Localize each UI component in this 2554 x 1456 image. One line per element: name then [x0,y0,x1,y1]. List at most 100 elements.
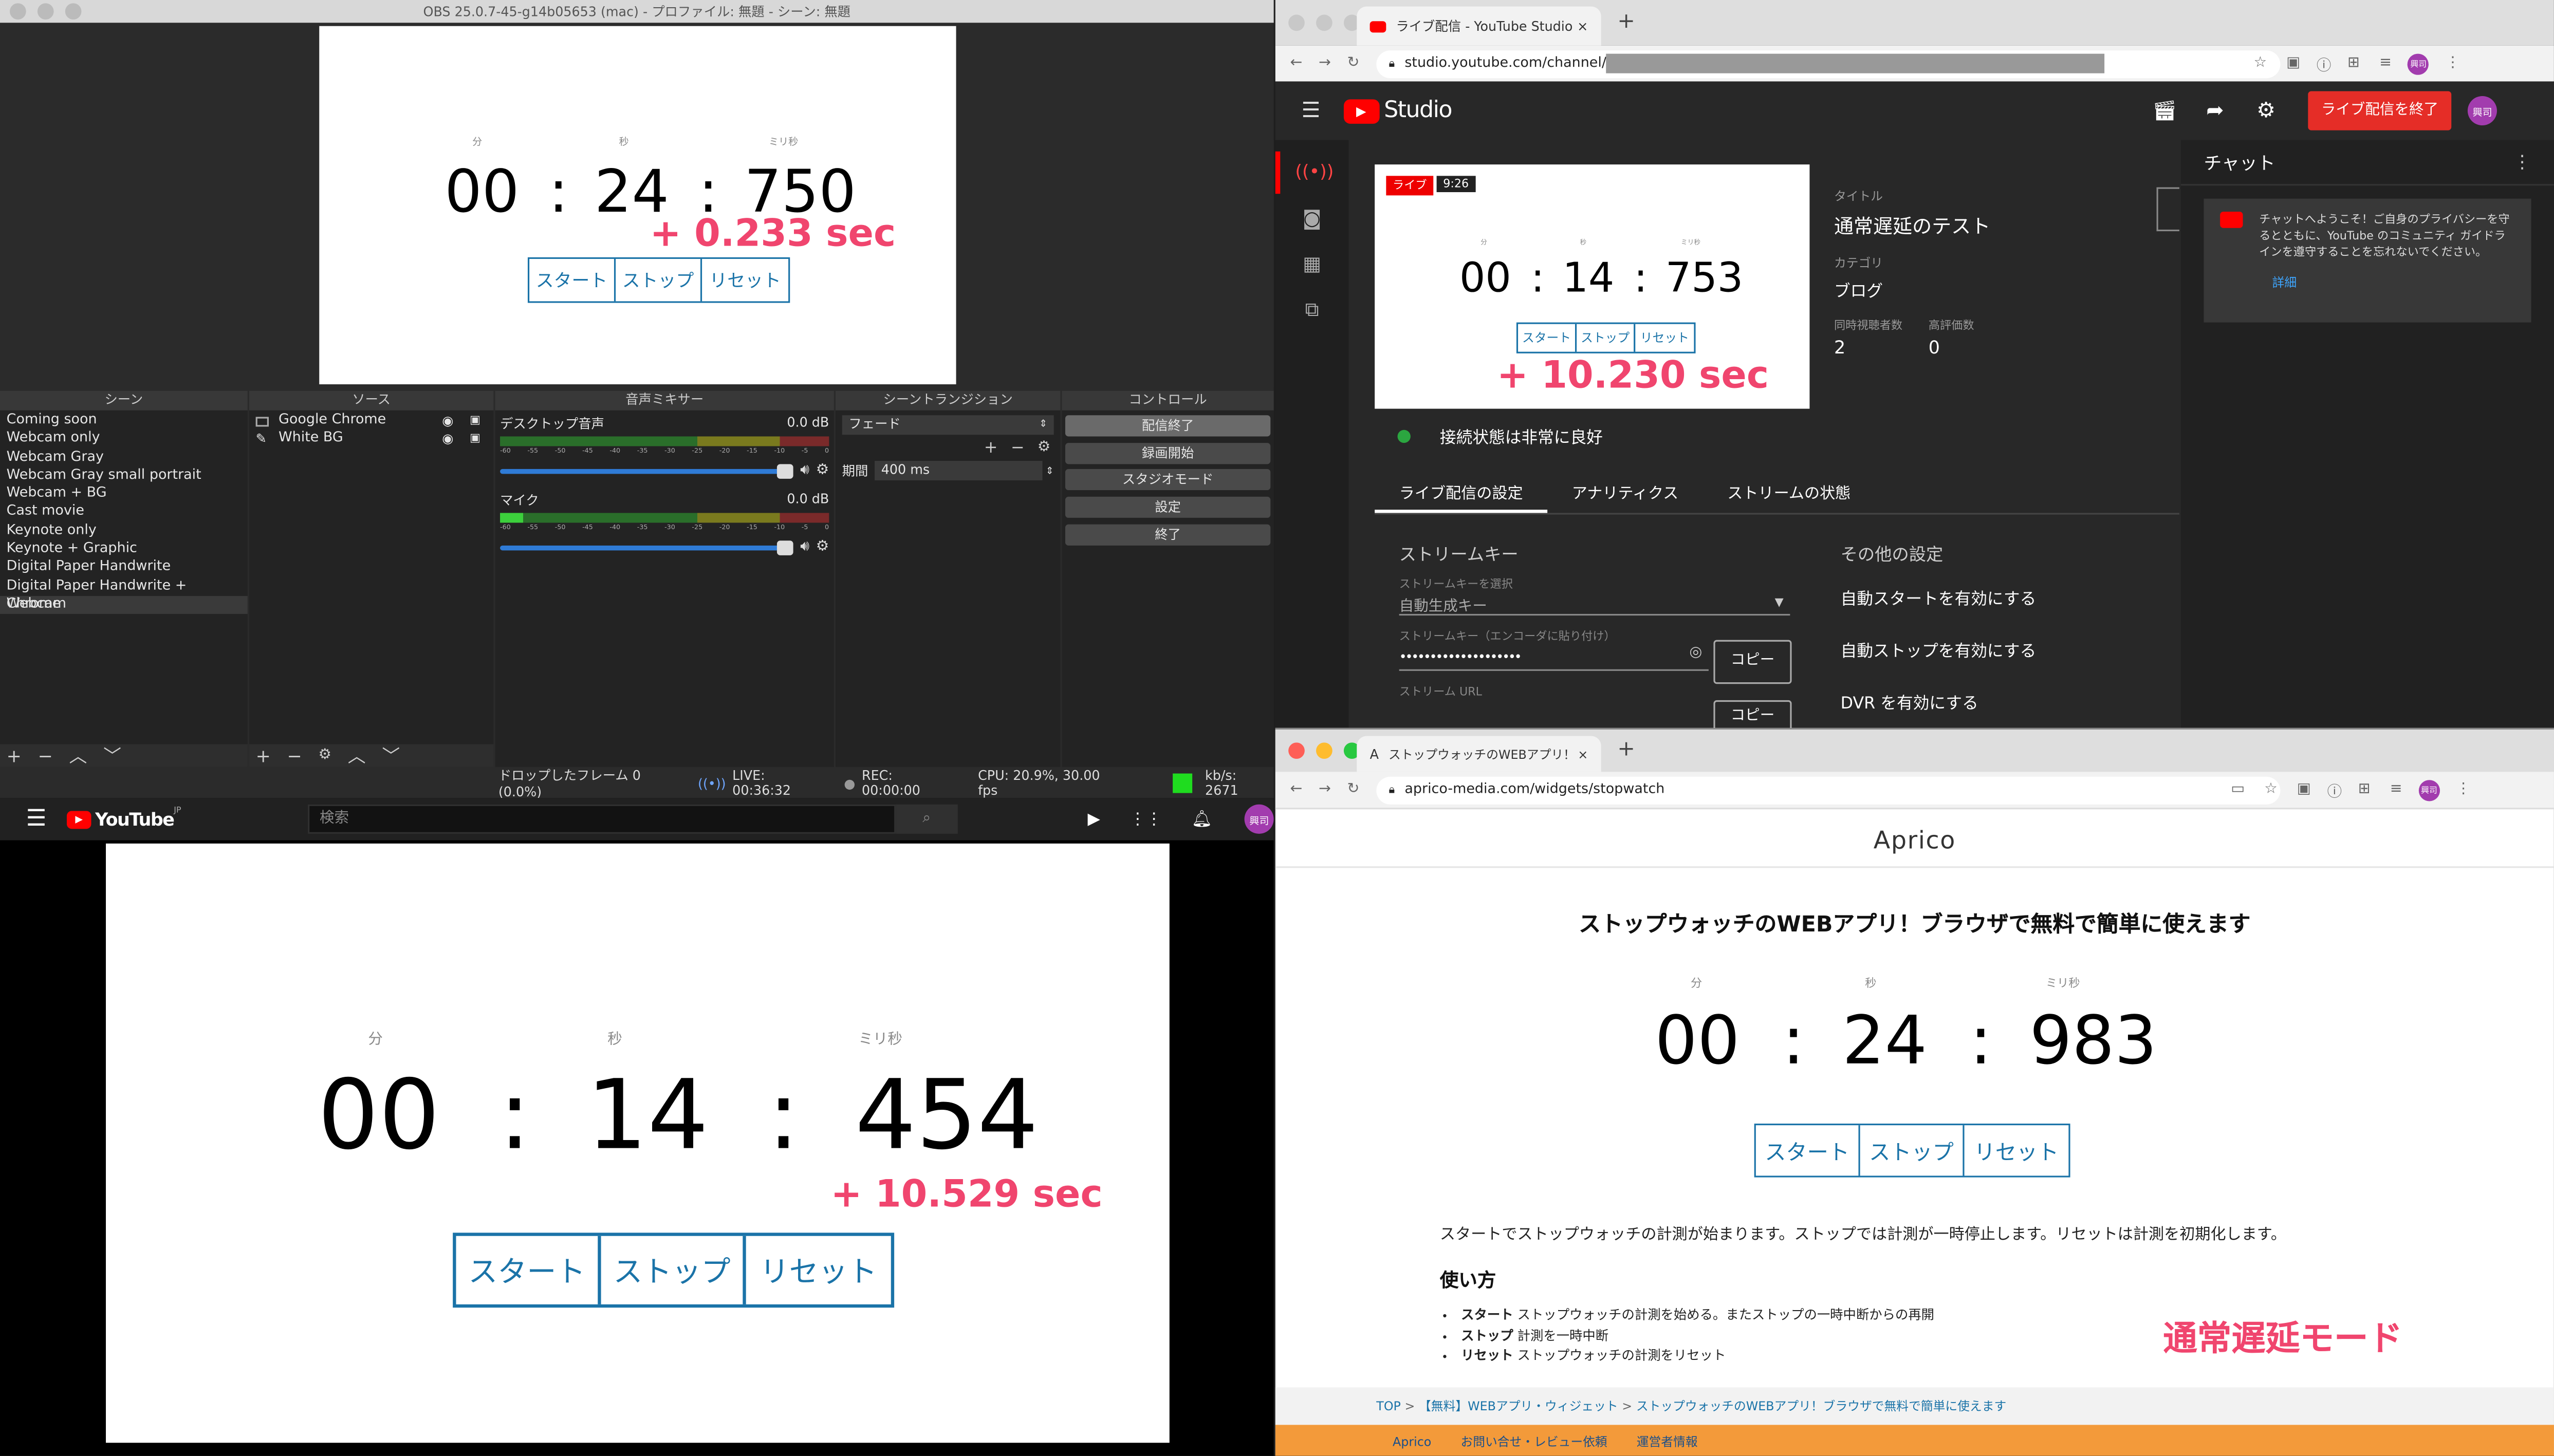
menu-icon[interactable]: ☰ [26,806,47,832]
stop-button[interactable]: ストップ [1860,1125,1965,1176]
chrome-menu-icon[interactable]: ⋮ [2446,55,2460,72]
scene-item[interactable]: Keynote + Graphic [0,541,248,559]
youtube-logo-icon[interactable]: ▶ [66,810,92,828]
close-window-button[interactable] [1288,14,1305,31]
start-button[interactable]: スタート [456,1236,601,1304]
settings-button[interactable]: 設定 [1065,496,1271,518]
remove-transition-icon[interactable]: − [1011,440,1025,458]
source-item[interactable]: ✎ White BG ◉ ▣ [249,431,493,449]
tab-stream-health[interactable]: ストリームの状態 [1703,466,1875,513]
lock-icon[interactable]: ▣ [470,431,480,449]
new-tab-icon[interactable]: + [1617,10,1635,34]
copy-key-button[interactable]: コピー [1713,640,1792,684]
obs-preview-canvas[interactable]: 分 秒 ミリ秒 00 : 24 : 750 + 0.233 sec スタート ス… [319,26,956,385]
youtube-logo-icon[interactable]: ▶ [1343,98,1379,123]
scene-item[interactable]: Webcam only [0,431,248,449]
stop-button[interactable]: ストップ [1577,324,1636,352]
address-bar[interactable]: 🔒︎ aprico-media.com/widgets/stopwatch [1376,776,2280,804]
lock-icon[interactable]: ▣ [470,412,480,431]
bookmark-star-icon[interactable]: ☆ [2264,781,2278,798]
transition-select[interactable]: フェード ⇕ [842,415,1054,435]
move-down-icon[interactable]: ﹀ [103,742,121,769]
share-icon[interactable]: ➦ [2206,99,2224,123]
stop-streaming-button[interactable]: 配信終了 [1065,415,1271,437]
source-settings-gear-icon[interactable]: ⚙ [318,748,331,764]
create-video-icon[interactable]: ▶︎ [1088,810,1100,828]
stop-button[interactable]: ストップ [616,258,702,302]
move-up-icon[interactable]: ︿ [348,742,366,769]
auto-start-toggle[interactable]: 自動スタートを有効にする [1841,585,2037,609]
extension-icon[interactable]: ⊞ [2358,781,2371,798]
extension-icon[interactable]: ⓘ [2317,53,2331,74]
start-button[interactable]: スタート [1756,1125,1860,1176]
scene-item[interactable]: Webcam Gray small portrait [0,467,248,486]
notifications-bell-icon[interactable]: 🔔︎ [1191,810,1212,828]
breadcrumb-link[interactable]: ストップウォッチのWEBアプリ！ブラウザで無料で簡単に使えます [1636,1399,2006,1414]
avatar[interactable]: 興司 [1245,804,1274,834]
live-stream-icon[interactable]: ((•)) [1275,151,1349,194]
gear-icon[interactable]: ⚙ [816,462,829,479]
remove-scene-icon[interactable]: − [38,745,53,766]
extension-icon[interactable]: ▣ [2297,781,2311,798]
move-down-icon[interactable]: ﹀ [382,742,400,769]
browser-tab[interactable]: A ストップウォッチのWEBアプリ！ × [1357,736,1601,772]
breadcrumb-link[interactable]: TOP [1376,1399,1401,1414]
stream-key-select[interactable]: ストリームキーを選択 自動生成キー ▼ [1399,576,1790,616]
clapperboard-icon[interactable]: 🎬︎ [2152,99,2177,122]
apps-grid-icon[interactable]: ⋮⋮ [1130,810,1162,828]
end-stream-button[interactable]: ライブ配信を終了 [2308,91,2452,130]
visibility-eye-icon[interactable]: ◉ [442,412,453,431]
source-item[interactable]: Google Chrome ◉ ▣ [249,412,493,431]
search-input[interactable]: 検索 [308,804,896,834]
avatar[interactable]: 興司 [2408,53,2429,74]
video-player[interactable]: 分 秒 ミリ秒 00 : 14 : 454 + 10.529 sec スタート … [106,843,1170,1443]
add-source-icon[interactable]: + [256,745,271,766]
scene-item[interactable]: Digital Paper Handwrite + Webcam [0,577,248,612]
reset-button[interactable]: リセット [1965,1125,2069,1175]
volume-slider[interactable] [500,463,794,478]
scene-item[interactable]: Webcam + BG [0,486,248,504]
scene-item-selected[interactable]: Chrome [0,595,248,614]
scene-item[interactable]: Keynote only [0,522,248,541]
back-icon[interactable]: ← [1290,781,1302,798]
footer-link[interactable]: Aprico [1393,1425,1431,1455]
reload-icon[interactable]: ↻ [1347,55,1360,72]
reset-button[interactable]: リセット [746,1236,891,1304]
address-bar[interactable]: 🔒︎ studio.youtube.com/channel/ [1376,49,2280,78]
forward-icon[interactable]: → [1319,781,1331,798]
exit-button[interactable]: 終了 [1065,524,1271,546]
dvr-toggle[interactable]: DVR を有効にする [1841,689,2037,713]
browser-tab[interactable]: ライブ配信 - YouTube Studio × [1357,6,1601,46]
manage-icon[interactable]: ⧉ [1275,298,1349,323]
media-icon[interactable]: ≡ [2379,55,2392,72]
stream-key-field[interactable]: ストリームキー（エンコーダに貼り付け） ••••••••••••••••••••… [1399,628,1709,671]
footer-link[interactable]: お問い合せ・レビュー依頼 [1460,1425,1607,1455]
avatar[interactable]: 興司 [2418,779,2440,800]
edit-button-edge[interactable] [2156,187,2179,232]
more-menu-icon[interactable]: ⋮ [2513,152,2531,173]
duration-input[interactable]: 400 ms [875,460,1043,481]
minimize-window-button[interactable] [1316,14,1332,31]
close-tab-icon[interactable]: × [1578,746,1588,761]
bookmark-star-icon[interactable]: ☆ [2254,55,2267,72]
tab-analytics[interactable]: アナリティクス [1547,466,1703,513]
close-window-button[interactable] [1288,742,1305,759]
details-link[interactable]: 詳細 [2272,273,2515,291]
start-recording-button[interactable]: 録画開始 [1065,442,1271,464]
extension-icon[interactable]: ⊞ [2347,55,2360,72]
chrome-menu-icon[interactable]: ⋮ [2456,781,2471,798]
visibility-eye-icon[interactable]: ◉ [442,431,453,449]
add-transition-icon[interactable]: + [984,440,998,458]
scene-item[interactable]: Webcam Gray [0,449,248,468]
gear-icon[interactable]: ⚙ [816,539,829,555]
reload-icon[interactable]: ↻ [1347,781,1360,798]
camera-icon[interactable]: ◙ [1275,207,1349,230]
tab-live-settings[interactable]: ライブ配信の設定 [1375,466,1548,513]
new-tab-icon[interactable]: + [1617,738,1635,762]
extension-icon[interactable]: ⓘ [2327,779,2342,800]
close-tab-icon[interactable]: × [1577,18,1588,33]
cast-icon[interactable]: ▭ [2231,781,2245,798]
start-button[interactable]: スタート [529,258,616,302]
studio-mode-button[interactable]: スタジオモード [1065,470,1271,491]
gear-icon[interactable]: ⚙ [2256,99,2275,123]
